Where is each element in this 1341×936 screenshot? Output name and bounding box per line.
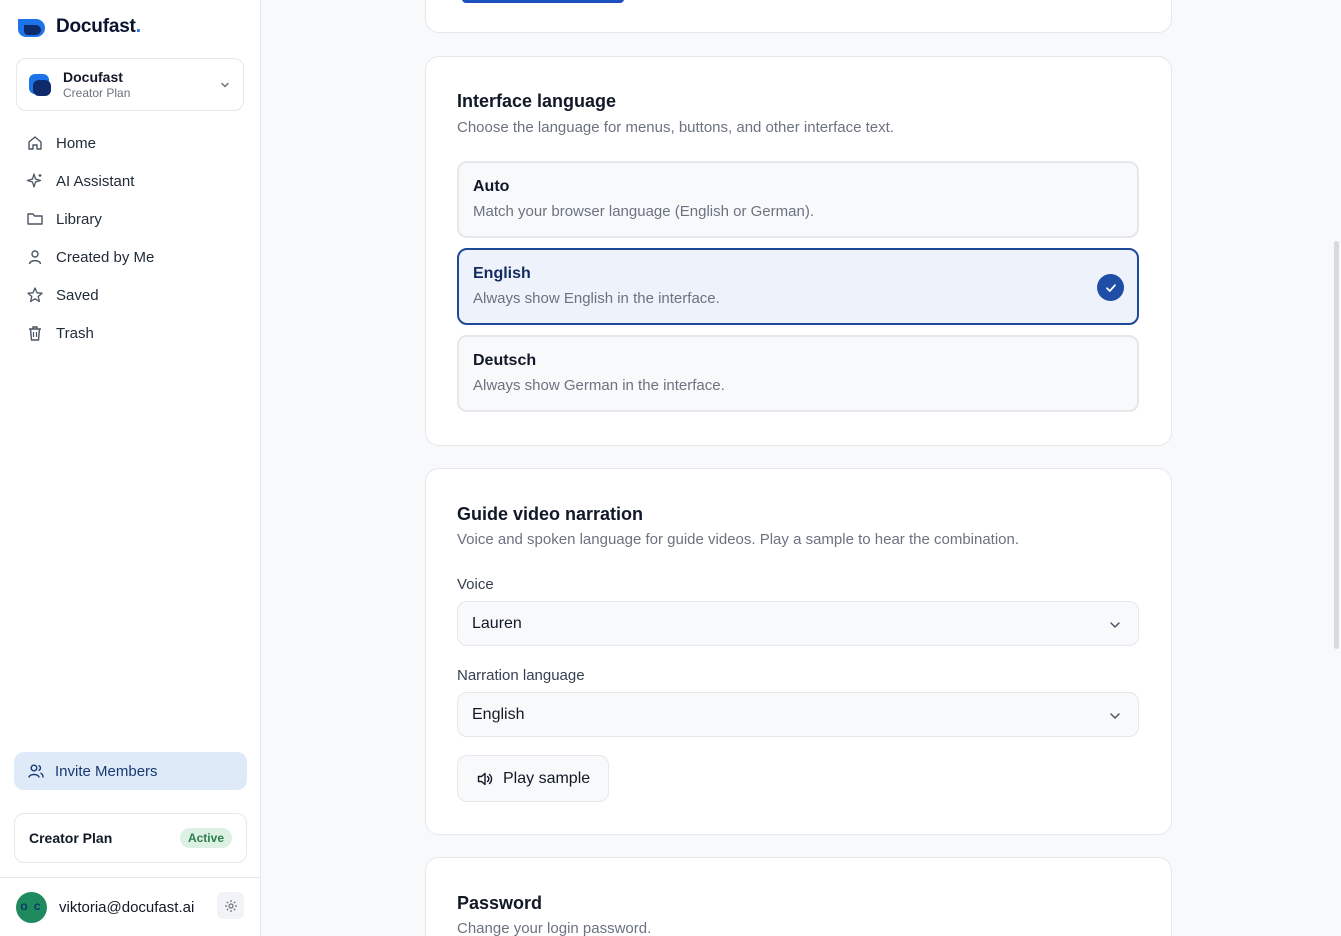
option-description: Always show German in the interface.: [473, 377, 725, 394]
brand[interactable]: Docufast.: [16, 16, 141, 38]
avatar[interactable]: O C: [16, 891, 47, 923]
users-icon: [28, 764, 44, 778]
sidebar-item-ai-assistant[interactable]: AI Assistant: [16, 162, 244, 200]
interface-language-description: Choose the language for menus, buttons, …: [457, 119, 894, 136]
option-title: Deutsch: [473, 352, 537, 369]
sidebar-nav: Home AI Assistant Library Created by Me …: [16, 124, 244, 352]
sidebar-item-label: Created by Me: [56, 248, 155, 266]
language-option-english[interactable]: English Always show English in the inter…: [457, 248, 1139, 325]
interface-language-title: Interface language: [457, 91, 617, 111]
narration-language-value: English: [472, 705, 525, 723]
sidebar-item-home[interactable]: Home: [16, 124, 244, 162]
play-sample-button[interactable]: Play sample: [457, 755, 609, 802]
docufast-logo-icon: [18, 19, 45, 37]
workspace-logo-icon: [27, 71, 53, 98]
play-sample-label: Play sample: [503, 769, 591, 787]
narration-language-label: Narration language: [457, 667, 585, 684]
trash-icon: [29, 326, 41, 341]
chevron-down-icon: [221, 82, 229, 88]
chevron-down-icon: [1110, 713, 1120, 720]
settings-button[interactable]: [217, 892, 244, 919]
workspace-plan: Creator Plan: [63, 86, 131, 100]
sidebar-item-trash[interactable]: Trash: [16, 314, 244, 352]
sidebar-item-library[interactable]: Library: [16, 200, 244, 238]
sidebar-item-created-by-me[interactable]: Created by Me: [16, 238, 244, 276]
previous-section-card: [425, 0, 1172, 33]
language-option-auto[interactable]: Auto Match your browser language (Englis…: [457, 161, 1139, 238]
gear-icon: [224, 899, 237, 912]
user-icon: [28, 250, 42, 265]
chevron-down-icon: [1110, 622, 1120, 629]
password-description: Change your login password.: [457, 920, 652, 936]
page-scrollbar[interactable]: [1334, 241, 1339, 649]
sidebar-item-label: AI Assistant: [56, 172, 135, 190]
user-email: viktoria@docufast.ai: [59, 898, 195, 916]
sparkle-icon: [26, 173, 42, 188]
star-icon: [27, 287, 43, 303]
brand-name: Docufast.: [56, 16, 141, 37]
option-description: Always show English in the interface.: [473, 290, 720, 307]
language-option-deutsch[interactable]: Deutsch Always show German in the interf…: [457, 335, 1139, 412]
folder-icon: [27, 213, 43, 225]
speaker-icon: [477, 772, 493, 785]
plan-name: Creator Plan: [29, 830, 113, 846]
invite-members-button[interactable]: Invite Members: [14, 752, 247, 790]
workspace-name: Docufast: [63, 69, 123, 85]
interface-language-card: Interface language Choose the language f…: [425, 56, 1172, 446]
voice-select[interactable]: Lauren: [457, 601, 1139, 646]
status-badge: Active: [179, 828, 232, 848]
voice-value: Lauren: [472, 614, 522, 632]
previous-section-button[interactable]: [462, 0, 624, 3]
sidebar-item-label: Home: [56, 134, 97, 152]
option-title: English: [473, 265, 531, 282]
narration-language-select[interactable]: English: [457, 692, 1139, 737]
home-icon: [28, 136, 42, 150]
guide-narration-card: Guide video narration Voice and spoken l…: [425, 468, 1172, 835]
workspace-switcher[interactable]: Docufast Creator Plan: [16, 58, 244, 111]
voice-label: Voice: [457, 576, 494, 593]
plan-card[interactable]: Creator Plan Active: [14, 813, 247, 863]
password-title: Password: [457, 893, 543, 913]
sidebar-item-label: Library: [56, 210, 102, 228]
option-description: Match your browser language (English or …: [473, 203, 814, 220]
sidebar: Docufast. Docufast Creator Plan Home AI …: [0, 0, 261, 936]
password-card: Password Change your login password.: [425, 857, 1172, 936]
invite-members-label: Invite Members: [55, 762, 158, 780]
check-icon: [1097, 274, 1124, 301]
sidebar-item-label: Saved: [56, 286, 99, 304]
sidebar-item-saved[interactable]: Saved: [16, 276, 244, 314]
sidebar-item-label: Trash: [56, 324, 94, 342]
user-row: O C viktoria@docufast.ai: [0, 877, 260, 936]
guide-narration-title: Guide video narration: [457, 504, 644, 524]
guide-narration-description: Voice and spoken language for guide vide…: [457, 531, 1020, 548]
option-title: Auto: [473, 178, 510, 195]
